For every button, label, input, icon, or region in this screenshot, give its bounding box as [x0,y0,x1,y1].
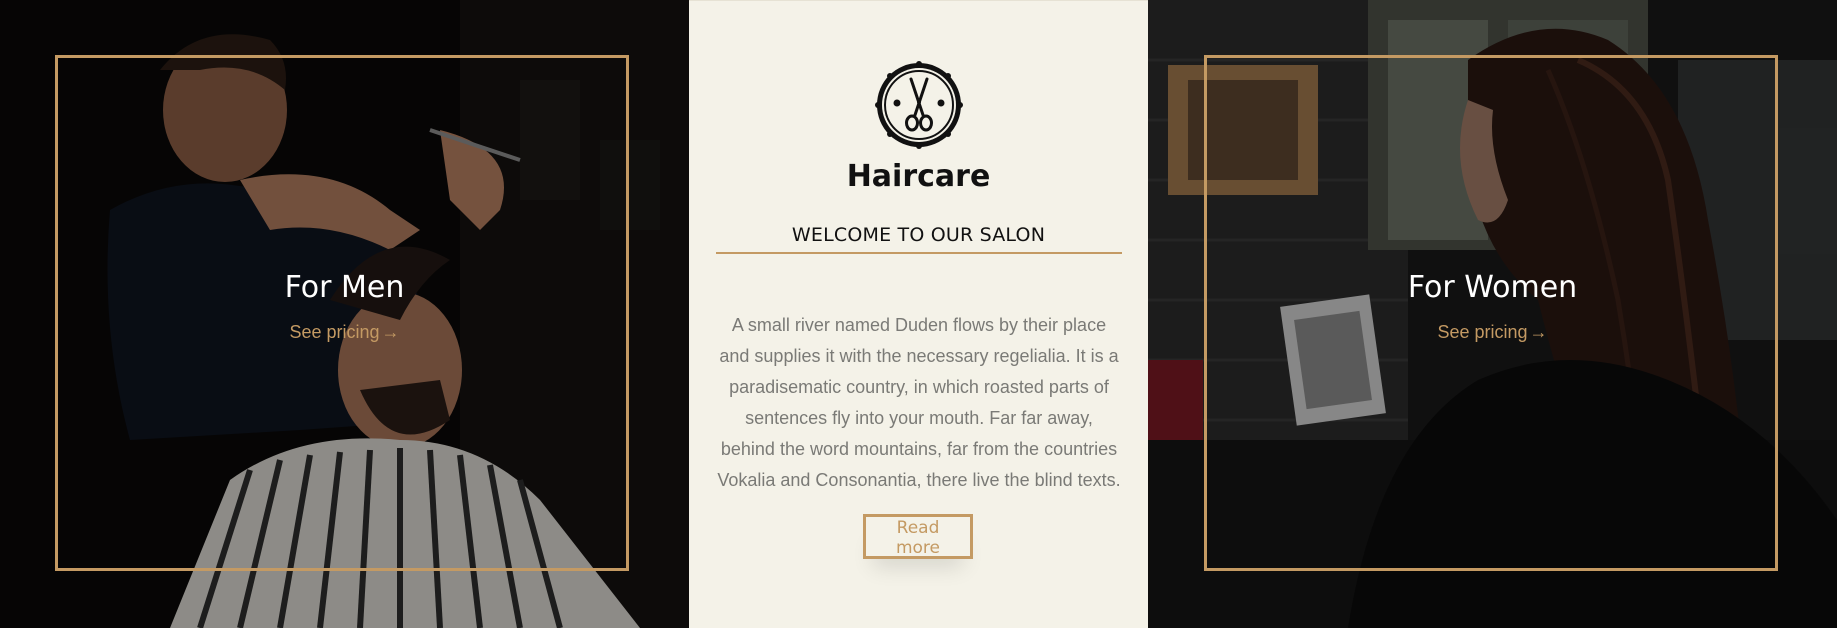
women-see-pricing-link[interactable]: See pricing → [1148,322,1837,343]
welcome-panel: Haircare WELCOME TO OUR SALON A small ri… [689,0,1148,628]
men-service-card[interactable]: For Men See pricing → [0,0,689,628]
description-text: A small river named Duden flows by their… [717,315,1121,490]
read-more-button[interactable]: Read more [863,514,973,559]
arrow-right-icon: → [381,322,400,342]
women-service-card[interactable]: For Women See pricing → [1148,0,1837,628]
men-card-title: For Men [284,270,405,305]
gold-frame [1204,55,1778,571]
men-see-pricing-link[interactable]: See pricing → [0,322,689,343]
welcome-heading: WELCOME TO OUR SALON [791,224,1046,246]
heading-underline [716,252,1122,254]
scissors-badge-icon [875,61,963,149]
brand-title: Haircare [846,159,991,194]
women-see-pricing-label: See pricing [1437,322,1528,342]
page: For Men See pricing → Haircare WELCOME T… [0,0,1837,628]
women-card-title: For Women [1407,270,1578,305]
men-see-pricing-label: See pricing [289,322,380,342]
gold-frame [55,55,629,571]
arrow-right-icon: → [1529,322,1548,342]
